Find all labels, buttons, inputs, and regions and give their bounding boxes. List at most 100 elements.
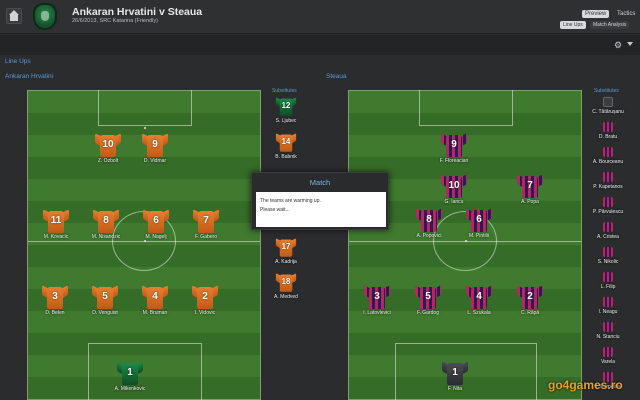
home-player[interactable]: 5 D. Venguist bbox=[80, 285, 130, 319]
shirt-icon: 11 bbox=[43, 209, 69, 233]
shirt-icon: 9 bbox=[441, 133, 467, 157]
home-player[interactable]: 7 F. Gabero bbox=[181, 209, 231, 243]
shirt-icon: 8 bbox=[93, 209, 119, 233]
away-player[interactable]: 3 I. Latovlevici bbox=[352, 285, 402, 319]
player-name: M. Nisandzic bbox=[91, 234, 121, 240]
home-player[interactable]: 11 M. Kovacic bbox=[31, 209, 81, 243]
away-player[interactable]: 2 C. Răpă bbox=[505, 285, 555, 319]
home-sub[interactable]: 14 B. Babnik bbox=[261, 133, 311, 161]
shirt-icon bbox=[603, 322, 613, 332]
away-player[interactable]: 6 M. Pintilii bbox=[454, 208, 504, 242]
player-name: F. Nita bbox=[447, 386, 463, 392]
player-name: P. Pârvulescu bbox=[592, 209, 624, 215]
subtab-lineups[interactable]: Line Ups bbox=[560, 21, 586, 29]
shirt-icon: 3 bbox=[42, 285, 68, 309]
tab-preview[interactable]: Preview bbox=[582, 10, 610, 18]
dialog-title: Match bbox=[309, 178, 331, 187]
tab-tactics[interactable]: Tactics bbox=[614, 10, 638, 18]
player-name: A. Medved bbox=[274, 294, 298, 300]
away-sub[interactable]: C. Tătărușanu bbox=[583, 97, 633, 119]
away-player[interactable]: 9 F. Floreaciari bbox=[429, 133, 479, 167]
away-sub[interactable]: P. Pârvulescu bbox=[583, 197, 633, 219]
player-name: I. Neagu bbox=[598, 309, 618, 315]
away-sub[interactable]: I. Neagu bbox=[583, 297, 633, 319]
home-goalkeeper[interactable]: 1 A. Mikenkovic bbox=[105, 361, 155, 395]
home-icon[interactable] bbox=[6, 8, 22, 24]
player-name: P. Kapetanos bbox=[593, 184, 623, 190]
shirt-icon: 2 bbox=[517, 285, 543, 309]
shirt-icon bbox=[603, 297, 613, 307]
shirt-icon: 14 bbox=[275, 133, 297, 152]
gear-icon[interactable]: ⚙ bbox=[614, 40, 624, 50]
top-bar: Ankaran Hrvatini v Steaua 26/6/2013, SRC… bbox=[0, 0, 640, 34]
match-title: Ankaran Hrvatini v Steaua bbox=[72, 6, 203, 18]
shirt-icon: 5 bbox=[415, 285, 441, 309]
player-name: A. Kadrija bbox=[275, 259, 297, 265]
shirt-icon: 4 bbox=[466, 285, 492, 309]
home-sub[interactable]: 18 A. Medved bbox=[261, 273, 311, 301]
shirt-icon: 9 bbox=[142, 133, 168, 157]
home-player[interactable]: 3 D. Belen bbox=[30, 285, 80, 319]
shirt-icon: 12 bbox=[275, 97, 297, 116]
away-sub[interactable]: N. Stanciu bbox=[583, 322, 633, 344]
match-subtitle: 26/6/2013, SRC Katarina (Friendly) bbox=[72, 18, 158, 24]
player-name: A. Popa bbox=[521, 199, 539, 205]
away-player[interactable]: 10 G. Iancu bbox=[429, 174, 479, 208]
shirt-icon: 2 bbox=[192, 285, 218, 309]
home-player[interactable]: 2 I. Vidovic bbox=[180, 285, 230, 319]
player-name: L. Szukala bbox=[467, 310, 491, 316]
away-sub[interactable]: A. Bourceanu bbox=[583, 147, 633, 169]
home-player[interactable]: 8 M. Nisandzic bbox=[81, 209, 131, 243]
home-player[interactable]: 9 D. Vidmar bbox=[130, 133, 180, 167]
home-sub[interactable]: 12 S. Ljubec bbox=[261, 97, 311, 125]
player-name: F. Gardog bbox=[417, 310, 439, 316]
home-player[interactable]: 4 M. Bruman bbox=[130, 285, 180, 319]
shirt-icon: 6 bbox=[143, 209, 169, 233]
away-player[interactable]: 8 A. Popovici bbox=[404, 208, 454, 242]
home-sub[interactable]: 17 A. Kadrija bbox=[261, 238, 311, 266]
shirt-icon: 10 bbox=[95, 133, 121, 157]
away-sub[interactable]: L. Filip bbox=[583, 272, 633, 294]
player-name: A. Cristea bbox=[597, 234, 619, 240]
away-sub[interactable]: P. Kapetanos bbox=[583, 172, 633, 194]
chevron-down-icon[interactable] bbox=[627, 42, 633, 46]
shirt-icon bbox=[603, 272, 613, 282]
shirt-icon bbox=[603, 197, 613, 207]
penalty-box-top bbox=[98, 90, 192, 126]
player-name: D. Belen bbox=[45, 310, 65, 316]
player-name: S. Ljubec bbox=[275, 118, 297, 124]
shirt-icon: 10 bbox=[441, 174, 467, 198]
player-name: D. Bratu bbox=[598, 134, 618, 140]
home-subs-label: Substitutes bbox=[272, 88, 297, 94]
player-name: M. Bruman bbox=[142, 310, 168, 316]
home-player[interactable]: 10 Z. Ozbolt bbox=[83, 133, 133, 167]
watermark: go4games.ro bbox=[548, 378, 623, 392]
dialog-message: The teams are warming up. bbox=[260, 198, 321, 204]
away-player[interactable]: 5 F. Gardog bbox=[403, 285, 453, 319]
player-name: C. Tătărușanu bbox=[592, 109, 624, 115]
player-name: G. Iancu bbox=[444, 199, 464, 205]
shirt-icon: 17 bbox=[275, 238, 297, 257]
shirt-icon: 7 bbox=[193, 209, 219, 233]
player-name: N. Stanciu bbox=[596, 334, 620, 340]
dialog-body: The teams are warming up. Please wait... bbox=[256, 192, 386, 227]
away-goalkeeper[interactable]: 1 F. Nita bbox=[430, 361, 480, 395]
subtab-match-analysis[interactable]: Match Analysis bbox=[590, 21, 630, 29]
player-name: M. Nagelj bbox=[145, 234, 167, 240]
away-sub[interactable]: A. Cristea bbox=[583, 222, 633, 244]
player-name: Z. Ozbolt bbox=[97, 158, 119, 164]
home-player[interactable]: 6 M. Nagelj bbox=[131, 209, 181, 243]
match-dialog: Match The teams are warming up. Please w… bbox=[251, 172, 389, 230]
player-name: F. Floreaciari bbox=[439, 158, 469, 164]
away-sub[interactable]: Varela bbox=[583, 347, 633, 369]
player-name: Varela bbox=[600, 359, 616, 365]
away-team-title: Steaua bbox=[326, 73, 347, 80]
away-player[interactable]: 4 L. Szukala bbox=[454, 285, 504, 319]
away-player[interactable]: 7 A. Popa bbox=[505, 174, 555, 208]
player-name: B. Babnik bbox=[275, 154, 297, 160]
away-sub[interactable]: D. Bratu bbox=[583, 122, 633, 144]
player-name: I. Vidovic bbox=[194, 310, 216, 316]
shirt-icon: 7 bbox=[517, 174, 543, 198]
player-name: C. Răpă bbox=[520, 310, 540, 316]
away-sub[interactable]: S. Nikolic bbox=[583, 247, 633, 269]
